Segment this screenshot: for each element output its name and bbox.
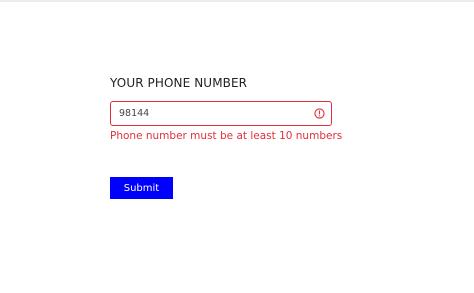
- top-divider: [0, 0, 474, 2]
- submit-button[interactable]: Submit: [110, 177, 173, 199]
- error-circle-icon: [314, 108, 325, 119]
- phone-input[interactable]: [119, 102, 309, 125]
- phone-form: YOUR PHONE NUMBER Phone number must be a…: [110, 76, 343, 143]
- phone-label: YOUR PHONE NUMBER: [110, 76, 248, 90]
- phone-error-message: Phone number must be at least 10 numbers: [110, 130, 343, 142]
- phone-field[interactable]: [110, 101, 332, 126]
